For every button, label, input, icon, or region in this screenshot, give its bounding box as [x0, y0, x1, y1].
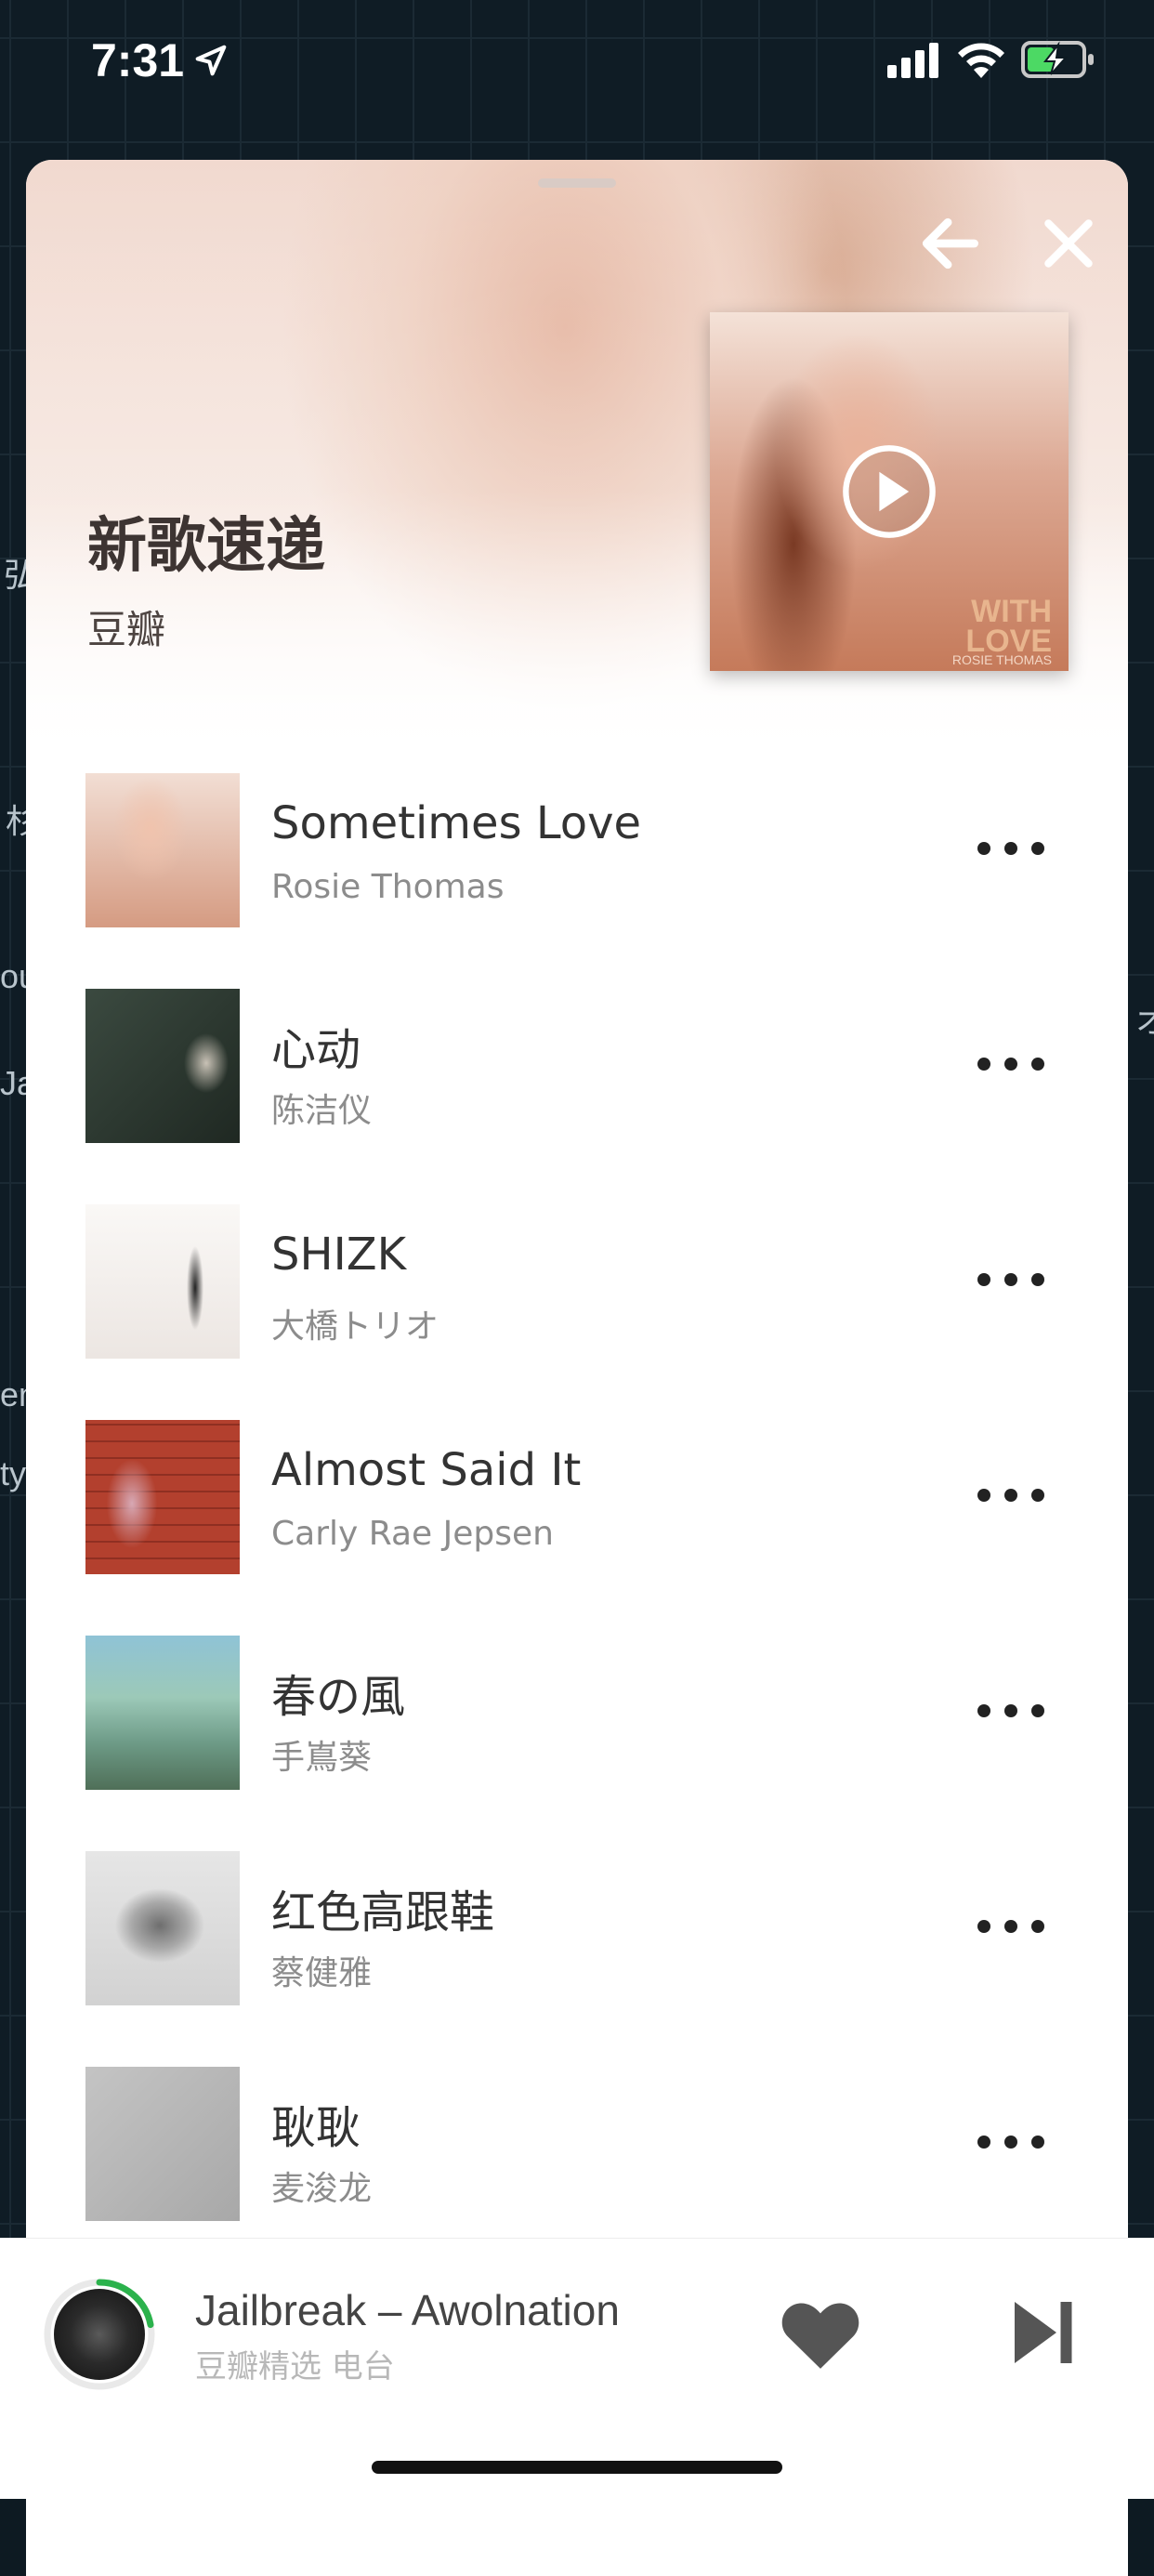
track-row[interactable]: 红色高跟鞋 蔡健雅	[26, 1847, 1128, 2063]
cover-artist: ROSIE THOMAS	[951, 652, 1052, 667]
close-icon[interactable]	[1035, 210, 1102, 277]
now-playing-artwork[interactable]	[43, 2278, 156, 2391]
track-row[interactable]: Sometimes Love Rosie Thomas	[26, 769, 1128, 985]
more-options-button[interactable]	[974, 1256, 1048, 1303]
next-track-icon[interactable]	[1009, 2296, 1076, 2369]
more-options-button[interactable]	[974, 2119, 1048, 2165]
track-artist: Rosie Thomas	[271, 868, 505, 906]
track-artist: 蔡健雅	[271, 1954, 373, 1992]
more-options-button[interactable]	[974, 1041, 1048, 1087]
now-playing-title: Jailbreak – Awolnation	[195, 2286, 620, 2334]
playlist-curator: 豆瓣	[87, 607, 166, 652]
mini-player[interactable]: Jailbreak – Awolnation 豆瓣精选 电台	[0, 2238, 1154, 2499]
playlist-title: 新歌速递	[87, 512, 325, 581]
track-list: Sometimes Love Rosie Thomas 心动 陈洁仪 SHIZK…	[26, 769, 1128, 2279]
wifi-icon	[958, 43, 1004, 78]
track-artist: 大橋トリオ	[271, 1308, 439, 1346]
track-row[interactable]: SHIZK 大橋トリオ	[26, 1201, 1128, 1416]
track-title: 红色高跟鞋	[271, 1886, 495, 1939]
status-time: 7:31	[91, 34, 185, 86]
track-title: 春の風	[271, 1671, 406, 1723]
background-text: ty	[0, 1454, 27, 1492]
album-thumbnail	[85, 773, 240, 927]
more-options-button[interactable]	[974, 1688, 1048, 1734]
playlist-cover[interactable]: WITH LOVE ROSIE THOMAS	[710, 312, 1069, 671]
album-thumbnail	[85, 2067, 240, 2221]
location-arrow-icon	[195, 45, 227, 76]
track-title: 心动	[271, 1024, 361, 1076]
cover-text: WITH LOVE	[965, 594, 1052, 659]
cellular-signal-icon	[887, 43, 938, 78]
sheet-grab-handle[interactable]	[538, 178, 616, 188]
play-icon[interactable]	[840, 442, 938, 541]
album-thumbnail	[85, 1420, 240, 1574]
track-title: Almost Said It	[271, 1444, 582, 1496]
track-row[interactable]: 春の風 手嶌葵	[26, 1632, 1128, 1847]
back-arrow-icon[interactable]	[914, 208, 985, 279]
more-options-button[interactable]	[974, 1903, 1048, 1950]
now-playing-subtitle: 豆瓣精选 电台	[195, 2348, 395, 2385]
battery-charging-icon	[1021, 41, 1094, 78]
more-options-button[interactable]	[974, 825, 1048, 872]
track-title: SHIZK	[271, 1229, 407, 1281]
track-artist: 手嶌葵	[271, 1739, 373, 1777]
track-row[interactable]: 心动 陈洁仪	[26, 985, 1128, 1201]
background-text: オ	[1135, 1002, 1154, 1040]
track-artist: 陈洁仪	[271, 1092, 373, 1130]
home-indicator	[372, 2461, 782, 2474]
album-thumbnail	[85, 989, 240, 1143]
more-options-button[interactable]	[974, 1472, 1048, 1518]
track-artist: 麦浚龙	[271, 2170, 373, 2208]
playlist-sheet: 新歌速递 豆瓣 WITH LOVE ROSIE THOMAS Sometimes…	[26, 160, 1128, 2576]
track-title: Sometimes Love	[271, 797, 642, 849]
album-thumbnail	[85, 1204, 240, 1359]
album-thumbnail	[85, 1851, 240, 2005]
heart-icon[interactable]	[780, 2298, 860, 2372]
album-disc	[54, 2289, 145, 2380]
album-thumbnail	[85, 1636, 240, 1790]
track-row[interactable]: Almost Said It Carly Rae Jepsen	[26, 1416, 1128, 1632]
track-artist: Carly Rae Jepsen	[271, 1515, 554, 1553]
status-bar: 7:31	[0, 0, 1154, 130]
track-title: 耿耿	[271, 2102, 361, 2154]
